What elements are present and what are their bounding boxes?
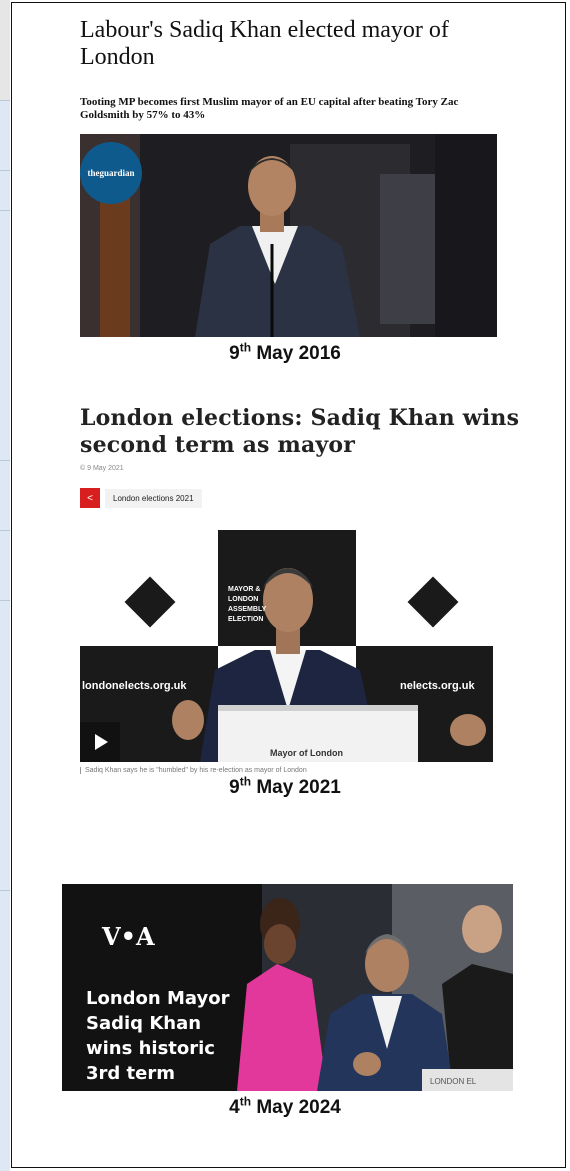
date-caption-2024: 4th May 2024 xyxy=(0,1094,570,1119)
bbc-date-meta: © 9 May 2021 xyxy=(80,465,124,472)
date-suffix: th xyxy=(239,774,252,789)
date-rest: May 2021 xyxy=(256,777,341,798)
date-suffix: th xyxy=(239,1094,252,1109)
row-divider xyxy=(0,530,10,531)
lectern-sign: Mayor of London xyxy=(270,748,343,758)
guardian-headline: Labour's Sadiq Khan elected mayor of Lon… xyxy=(80,17,449,70)
guardian-photo: theguardian xyxy=(80,134,497,337)
date-caption-2021: 9th May 2021 xyxy=(0,774,570,799)
date-day: 4 xyxy=(229,1097,240,1118)
voa-thumbnail[interactable]: V•A London Mayor Sadiq Khan wins histori… xyxy=(62,884,513,1091)
row-divider xyxy=(0,100,10,101)
guardian-logo: theguardian xyxy=(80,142,142,204)
bbc-headline: London elections: Sadiq Khan wins second… xyxy=(80,405,520,458)
bbc-photo-caption: Sadiq Khan says he is "humbled" by his r… xyxy=(80,767,307,774)
share-icon[interactable]: < xyxy=(80,488,100,508)
guardian-logo-text: theguardian xyxy=(87,168,135,178)
row-divider xyxy=(0,890,10,891)
date-rest: May 2024 xyxy=(256,1097,341,1118)
row-divider xyxy=(0,210,10,211)
bbc-tag-label[interactable]: London elections 2021 xyxy=(105,488,202,508)
date-suffix: th xyxy=(239,340,252,355)
play-button[interactable] xyxy=(80,722,120,762)
left-strip-shade xyxy=(0,0,10,100)
date-rest: May 2016 xyxy=(256,343,341,364)
date-day: 9 xyxy=(229,777,240,798)
voa-logo: V•A xyxy=(102,922,155,951)
left-margin-strip xyxy=(0,0,10,1171)
row-divider xyxy=(0,460,10,461)
bbc-topic-tag[interactable]: < London elections 2021 xyxy=(80,486,202,510)
backdrop-url-left: londonelects.org.uk xyxy=(82,680,187,692)
voa-title: London Mayor Sadiq Khan wins historic 3r… xyxy=(86,988,230,1084)
row-divider xyxy=(0,170,10,171)
date-day: 9 xyxy=(229,343,240,364)
backdrop-url-right: nelects.org.uk xyxy=(400,680,475,692)
voa-lectern-text: LONDON EL xyxy=(430,1077,477,1086)
bbc-photo: londonelects.org.uk nelects.org.uk MAYOR… xyxy=(80,530,493,762)
backdrop-mayor-text: MAYOR & LONDON ASSEMBLY ELECTION xyxy=(228,586,267,623)
guardian-standfirst: Tooting MP becomes first Muslim mayor of… xyxy=(80,96,459,121)
row-divider xyxy=(0,600,10,601)
date-caption-2016: 9th May 2016 xyxy=(0,340,570,365)
